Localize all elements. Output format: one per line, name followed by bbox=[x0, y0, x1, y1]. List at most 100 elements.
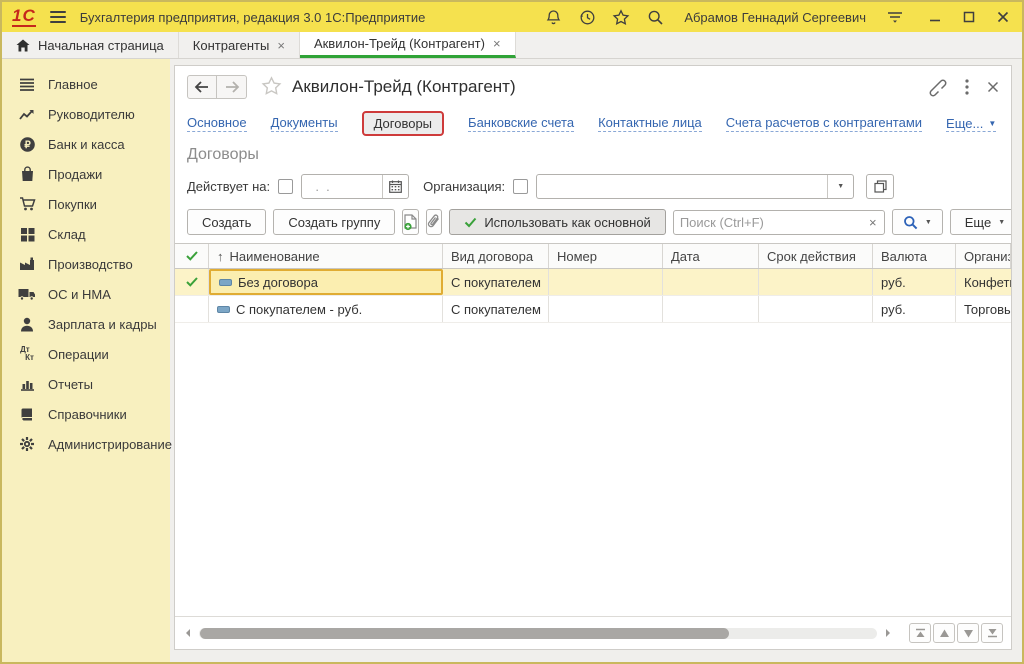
close-form-icon[interactable] bbox=[987, 81, 999, 93]
history-icon[interactable] bbox=[578, 8, 596, 26]
gear-icon bbox=[18, 435, 36, 453]
sidebar-item-otchety[interactable]: Отчеты bbox=[2, 369, 170, 399]
tab-close-icon[interactable]: × bbox=[277, 38, 285, 53]
navlink-dogovory-highlighted[interactable]: Договоры bbox=[362, 111, 444, 136]
horizontal-scrollbar-thumb[interactable] bbox=[200, 628, 729, 639]
notifications-bell-icon[interactable] bbox=[544, 8, 562, 26]
trend-icon bbox=[18, 105, 36, 123]
table-row[interactable]: С покупателем - руб. С покупателем руб. … bbox=[175, 296, 1011, 323]
tab-label: Контрагенты bbox=[193, 38, 270, 53]
use-as-main-label: Использовать как основной bbox=[484, 215, 651, 230]
tab-bar: Начальная страница Контрагенты × Аквилон… bbox=[2, 32, 1022, 59]
navlink-kontaktnye-litsa[interactable]: Контактные лица bbox=[598, 115, 702, 133]
contract-name-cell[interactable]: С покупателем - руб. bbox=[209, 296, 443, 322]
list-navigation-buttons bbox=[909, 623, 1003, 643]
sidebar-item-label: Администрирование bbox=[48, 437, 172, 452]
more-actions-button[interactable]: Еще ▼ bbox=[950, 209, 1012, 235]
attachments-paperclip-icon[interactable] bbox=[426, 209, 442, 235]
organization-combo-field: ▼ bbox=[536, 174, 854, 199]
more-menu-kebab-icon[interactable] bbox=[965, 79, 969, 95]
go-to-last-button[interactable] bbox=[981, 623, 1003, 643]
column-label: Номер bbox=[557, 249, 597, 264]
tab-akvilon-treid[interactable]: Аквилон-Трейд (Контрагент) × bbox=[300, 32, 516, 58]
navlink-scheta-raschetov[interactable]: Счета расчетов с контрагентами bbox=[726, 115, 922, 133]
cart-icon bbox=[18, 195, 36, 213]
tab-home[interactable]: Начальная страница bbox=[2, 32, 179, 58]
clear-search-icon[interactable]: × bbox=[862, 211, 884, 234]
chevron-down-icon: ▼ bbox=[925, 219, 932, 226]
create-group-button[interactable]: Создать группу bbox=[273, 209, 395, 235]
contract-name-cell-selected[interactable]: Без договора bbox=[209, 269, 443, 295]
sidebar-item-bank-i-kassa[interactable]: ₽ Банк и касса bbox=[2, 129, 170, 159]
check-icon bbox=[186, 251, 198, 261]
scroll-left-icon[interactable] bbox=[183, 629, 193, 637]
sidebar-item-spravochniki[interactable]: Справочники bbox=[2, 399, 170, 429]
sort-ascending-icon: ↑ bbox=[217, 249, 224, 264]
navlink-dokumenty[interactable]: Документы bbox=[271, 115, 338, 133]
titlebar: 1С Бухгалтерия предприятия, редакция 3.0… bbox=[2, 2, 1022, 32]
choose-from-list-icon[interactable] bbox=[866, 174, 894, 199]
is-main-column-header[interactable] bbox=[175, 244, 209, 268]
sidebar-item-label: Руководителю bbox=[48, 107, 135, 122]
minimize-button[interactable] bbox=[926, 8, 944, 26]
column-header-currency[interactable]: Валюта bbox=[873, 244, 956, 268]
cell-value: руб. bbox=[881, 302, 906, 317]
scroll-right-icon[interactable] bbox=[883, 629, 893, 637]
tab-close-icon[interactable]: × bbox=[493, 36, 501, 51]
sidebar-item-glavnoe[interactable]: Главное bbox=[2, 69, 170, 99]
calendar-icon[interactable] bbox=[382, 175, 408, 198]
sidebar-item-rukovoditelyu[interactable]: Руководителю bbox=[2, 99, 170, 129]
maximize-button[interactable] bbox=[960, 8, 978, 26]
sidebar-item-pokupki[interactable]: Покупки bbox=[2, 189, 170, 219]
previous-page-button[interactable] bbox=[933, 623, 955, 643]
valid-on-checkbox[interactable] bbox=[278, 179, 293, 194]
copy-item-button[interactable] bbox=[402, 209, 419, 235]
sidebar-item-prodazhi[interactable]: Продажи bbox=[2, 159, 170, 189]
favorites-star-icon[interactable] bbox=[612, 8, 630, 26]
date-input[interactable] bbox=[302, 179, 382, 194]
main-menu-icon[interactable] bbox=[50, 11, 66, 23]
check-icon bbox=[186, 277, 198, 287]
1c-logo: 1С bbox=[12, 7, 36, 27]
get-link-icon[interactable] bbox=[928, 78, 947, 97]
column-header-term[interactable]: Срок действия bbox=[759, 244, 873, 268]
table-row[interactable]: Без договора С покупателем руб. Конфетпр… bbox=[175, 269, 1011, 296]
sidebar-item-operatsii[interactable]: ДтКт Операции bbox=[2, 339, 170, 369]
sidebar-item-administrirovanie[interactable]: Администрирование bbox=[2, 429, 170, 459]
column-label: Организация bbox=[964, 249, 1011, 264]
navlink-osnovnoe[interactable]: Основное bbox=[187, 115, 247, 133]
use-as-main-toggle[interactable]: Использовать как основной bbox=[449, 209, 666, 235]
organization-checkbox[interactable] bbox=[513, 179, 528, 194]
back-button[interactable] bbox=[187, 75, 217, 99]
close-window-button[interactable] bbox=[994, 8, 1012, 26]
column-header-organization[interactable]: Организация bbox=[956, 244, 1011, 268]
contract-kind-cell: С покупателем bbox=[443, 296, 549, 322]
sidebar-item-proizvodstvo[interactable]: Производство bbox=[2, 249, 170, 279]
forward-button[interactable] bbox=[217, 75, 247, 99]
sidebar-item-zarplata-i-kadry[interactable]: Зарплата и кадры bbox=[2, 309, 170, 339]
sidebar-item-os-i-nma[interactable]: ОС и НМА bbox=[2, 279, 170, 309]
navlink-more[interactable]: Еще... ▼ bbox=[946, 116, 996, 132]
column-header-kind[interactable]: Вид договора bbox=[443, 244, 549, 268]
service-menu-icon[interactable] bbox=[886, 8, 904, 26]
current-user[interactable]: Абрамов Геннадий Сергеевич bbox=[684, 10, 866, 25]
dropdown-arrow-icon[interactable]: ▼ bbox=[827, 175, 853, 198]
sidebar-item-label: ОС и НМА bbox=[48, 287, 111, 302]
column-header-number[interactable]: Номер bbox=[549, 244, 663, 268]
sidebar-item-sklad[interactable]: Склад bbox=[2, 219, 170, 249]
column-header-name[interactable]: ↑ Наименование bbox=[209, 244, 443, 268]
horizontal-scrollbar-track[interactable] bbox=[199, 628, 877, 639]
next-page-button[interactable] bbox=[957, 623, 979, 643]
search-options-button[interactable]: ▼ bbox=[892, 209, 943, 235]
create-button[interactable]: Создать bbox=[187, 209, 266, 235]
tab-kontragenty[interactable]: Контрагенты × bbox=[179, 32, 300, 58]
favorite-star-icon[interactable] bbox=[261, 76, 282, 99]
organization-input[interactable] bbox=[537, 179, 827, 194]
valid-on-date-field bbox=[301, 174, 409, 199]
cell-value: Конфетпром bbox=[964, 275, 1011, 290]
search-input[interactable] bbox=[674, 215, 862, 230]
navlink-bankovskie-scheta[interactable]: Банковские счета bbox=[468, 115, 574, 133]
column-header-date[interactable]: Дата bbox=[663, 244, 759, 268]
global-search-icon[interactable] bbox=[646, 8, 664, 26]
go-to-first-button[interactable] bbox=[909, 623, 931, 643]
